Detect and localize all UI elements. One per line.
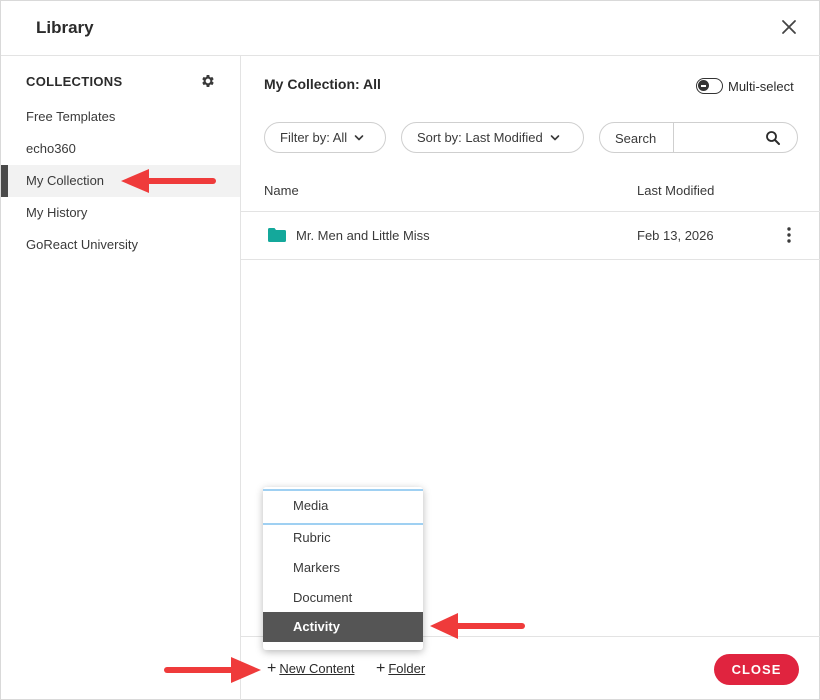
close-button[interactable]: CLOSE (714, 654, 799, 685)
search-input[interactable] (678, 127, 758, 148)
toggle-knob (698, 80, 709, 91)
plus-icon: + (267, 659, 277, 677)
column-header-name[interactable]: Name (264, 183, 299, 198)
sidebar-item-goreact-university[interactable]: GoReact University (1, 229, 240, 261)
collections-sidebar: COLLECTIONS Free Templates echo360 My Co… (1, 56, 241, 700)
chevron-down-icon (354, 134, 364, 140)
sort-dropdown[interactable]: Sort by: Last Modified (401, 122, 584, 153)
close-icon[interactable] (777, 15, 801, 39)
new-folder-button[interactable]: + Folder (376, 659, 426, 677)
collections-heading: COLLECTIONS (26, 74, 123, 89)
gear-icon[interactable] (200, 73, 216, 89)
filter-label: Filter by: All (280, 130, 348, 145)
new-content-label: New Content (279, 661, 355, 676)
menu-item-media[interactable]: Media (263, 489, 423, 525)
filter-dropdown[interactable]: Filter by: All (264, 122, 386, 153)
dialog-title: Library (36, 18, 94, 37)
table-row[interactable]: Mr. Men and Little Miss Feb 13, 2026 (241, 212, 820, 260)
toggle-switch[interactable] (696, 78, 723, 94)
sidebar-item-free-templates[interactable]: Free Templates (1, 101, 240, 133)
search-label: Search (615, 131, 657, 146)
new-folder-label: Folder (388, 661, 426, 676)
multi-select-label: Multi-select (728, 78, 794, 94)
annotation-arrow-left-icon (121, 169, 216, 193)
search-icon[interactable] (765, 130, 781, 146)
row-name: Mr. Men and Little Miss (296, 228, 430, 243)
library-dialog: Library COLLECTIONS Free Templates echo3… (0, 0, 820, 700)
menu-item-markers[interactable]: Markers (263, 553, 423, 583)
multi-select-toggle[interactable]: Multi-select (696, 76, 794, 96)
column-header-last-modified[interactable]: Last Modified (637, 183, 714, 198)
kebab-icon[interactable] (784, 226, 794, 244)
sidebar-item-echo360[interactable]: echo360 (1, 133, 240, 165)
chevron-down-icon (550, 134, 560, 140)
search-box: Search (599, 122, 798, 153)
folder-icon (268, 228, 286, 242)
search-divider (673, 123, 674, 152)
sidebar-item-my-history[interactable]: My History (1, 197, 240, 229)
plus-icon: + (376, 659, 386, 677)
dialog-header: Library (1, 1, 820, 56)
annotation-arrow-right-icon (164, 657, 261, 683)
new-content-button[interactable]: + New Content (267, 659, 355, 677)
row-last-modified: Feb 13, 2026 (637, 228, 714, 243)
menu-item-activity[interactable]: Activity (263, 612, 423, 642)
menu-item-rubric[interactable]: Rubric (263, 523, 423, 553)
annotation-arrow-left-icon (430, 613, 525, 639)
collection-title: My Collection: All (264, 76, 381, 92)
sort-label: Sort by: Last Modified (417, 130, 543, 145)
menu-item-document[interactable]: Document (263, 583, 423, 613)
new-content-menu: Media Rubric Markers Document Activity (263, 487, 423, 650)
